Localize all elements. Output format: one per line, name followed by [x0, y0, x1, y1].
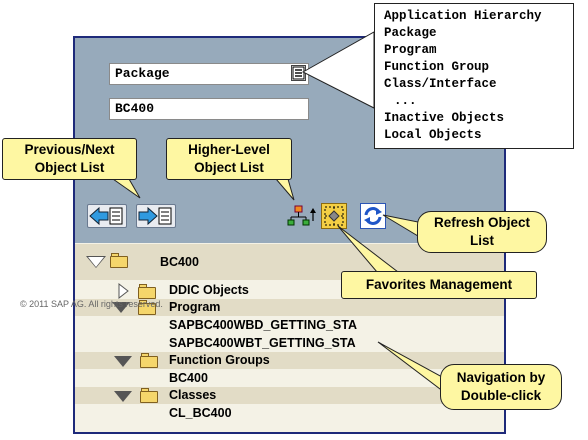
callout-line: Refresh Object: [433, 215, 531, 230]
callout-line: Navigation by: [456, 370, 546, 385]
copyright-notice: © 2011 SAP AG. All rights reserved.: [20, 299, 163, 309]
callout-line: Favorites Management: [365, 277, 513, 292]
object-type-dropdown-list: Application Hierarchy Package Program Fu…: [374, 3, 574, 149]
dropdown-option[interactable]: Package: [384, 25, 573, 42]
callout-line: Object List: [194, 160, 264, 175]
callout-higher-level: Higher-Level Object List: [166, 138, 292, 180]
callout-navigation: Navigation by Double-click: [440, 364, 562, 410]
callout-line: Double-click: [460, 388, 542, 403]
dropdown-option[interactable]: Inactive Objects: [384, 110, 573, 127]
callout-line: Higher-Level: [188, 142, 270, 157]
dropdown-option[interactable]: Function Group: [384, 59, 573, 76]
callout-previous-next: Previous/Next Object List: [2, 138, 137, 180]
dropdown-option[interactable]: Application Hierarchy: [384, 8, 573, 25]
dropdown-option[interactable]: Class/Interface: [384, 76, 573, 93]
dropdown-option-ellipsis: ...: [394, 94, 417, 108]
dropdown-option[interactable]: Local Objects: [384, 127, 573, 144]
callout-line: List: [469, 233, 494, 248]
callout-refresh: Refresh Object List: [417, 211, 547, 253]
callout-line: Object List: [34, 160, 105, 175]
dropdown-option[interactable]: Program: [384, 42, 573, 59]
callout-favorites: Favorites Management: [341, 271, 537, 299]
callout-line: Previous/Next: [24, 142, 115, 157]
